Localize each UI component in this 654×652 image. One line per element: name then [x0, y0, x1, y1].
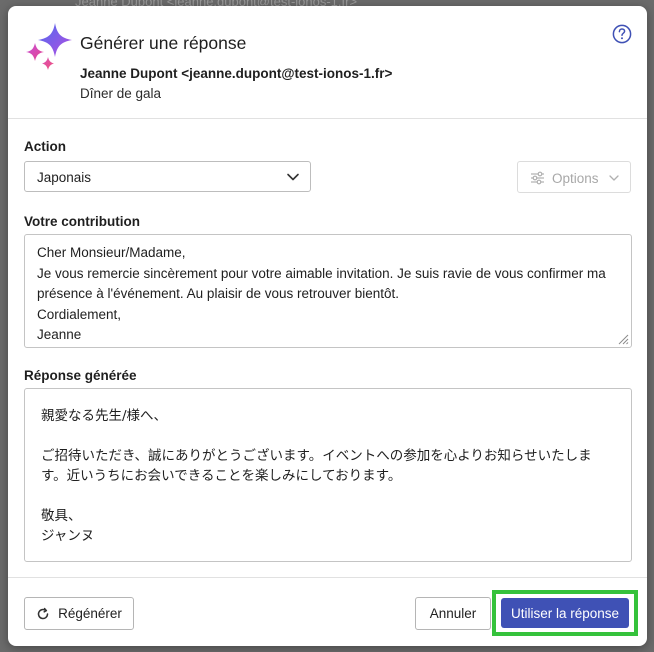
contribution-label: Votre contribution	[24, 214, 140, 229]
regenerate-label: Régénérer	[58, 606, 122, 621]
chevron-down-icon	[287, 173, 299, 181]
contribution-line: Cher Monsieur/Madame,	[37, 245, 186, 260]
regenerate-button[interactable]: Régénérer	[24, 597, 134, 630]
contribution-line: Jeanne	[37, 327, 82, 342]
contribution-line: Je vous remercie sincèrement pour votre …	[37, 265, 606, 302]
cancel-button[interactable]: Annuler	[415, 597, 491, 630]
options-button[interactable]: Options	[517, 161, 631, 193]
contribution-textarea[interactable]: Cher Monsieur/Madame, Je vous remercie s…	[24, 234, 632, 348]
email-subject: Dîner de gala	[80, 86, 162, 101]
dialog-header: Générer une réponse Jeanne Dupont <jeann…	[8, 6, 647, 119]
dialog-title: Générer une réponse	[80, 33, 247, 53]
use-reply-label: Utiliser la réponse	[510, 605, 620, 621]
dialog-footer: Régénérer Annuler Utiliser la réponse	[8, 577, 647, 646]
contribution-line: Cordialement,	[37, 306, 122, 322]
generated-reply: 親愛なる先生/様へ、 ご招待いただき、誠にありがとうございます。イベントへの参加…	[24, 388, 632, 562]
generated-paragraph: 親愛なる先生/様へ、	[41, 408, 168, 424]
use-reply-button[interactable]: Utiliser la réponse	[501, 598, 629, 628]
cancel-label: Annuler	[429, 606, 477, 621]
ai-sparkle-icon	[26, 23, 72, 70]
generated-label: Réponse générée	[24, 368, 137, 383]
generated-paragraph: ご招待いただき、誠にありがとうございます。イベントへの参加を心よりお知らせいたし…	[41, 448, 592, 484]
generate-reply-dialog: Générer une réponse Jeanne Dupont <jeann…	[8, 6, 647, 646]
action-label: Action	[24, 139, 66, 154]
sender-address: Jeanne Dupont <jeanne.dupont@test-ionos-…	[80, 66, 393, 81]
chevron-down-icon	[609, 175, 619, 181]
sliders-icon	[531, 171, 544, 185]
resize-handle-icon[interactable]	[617, 333, 629, 345]
generated-paragraph: 敬具、	[41, 508, 82, 524]
use-reply-highlight: Utiliser la réponse	[492, 590, 638, 636]
generated-paragraph: ジャンヌ	[41, 528, 95, 544]
options-label: Options	[552, 171, 599, 186]
refresh-icon	[37, 607, 49, 619]
action-selected-value: Japonais	[37, 170, 92, 185]
question-circle-icon[interactable]	[612, 24, 632, 44]
action-select[interactable]: Japonais	[24, 161, 311, 192]
